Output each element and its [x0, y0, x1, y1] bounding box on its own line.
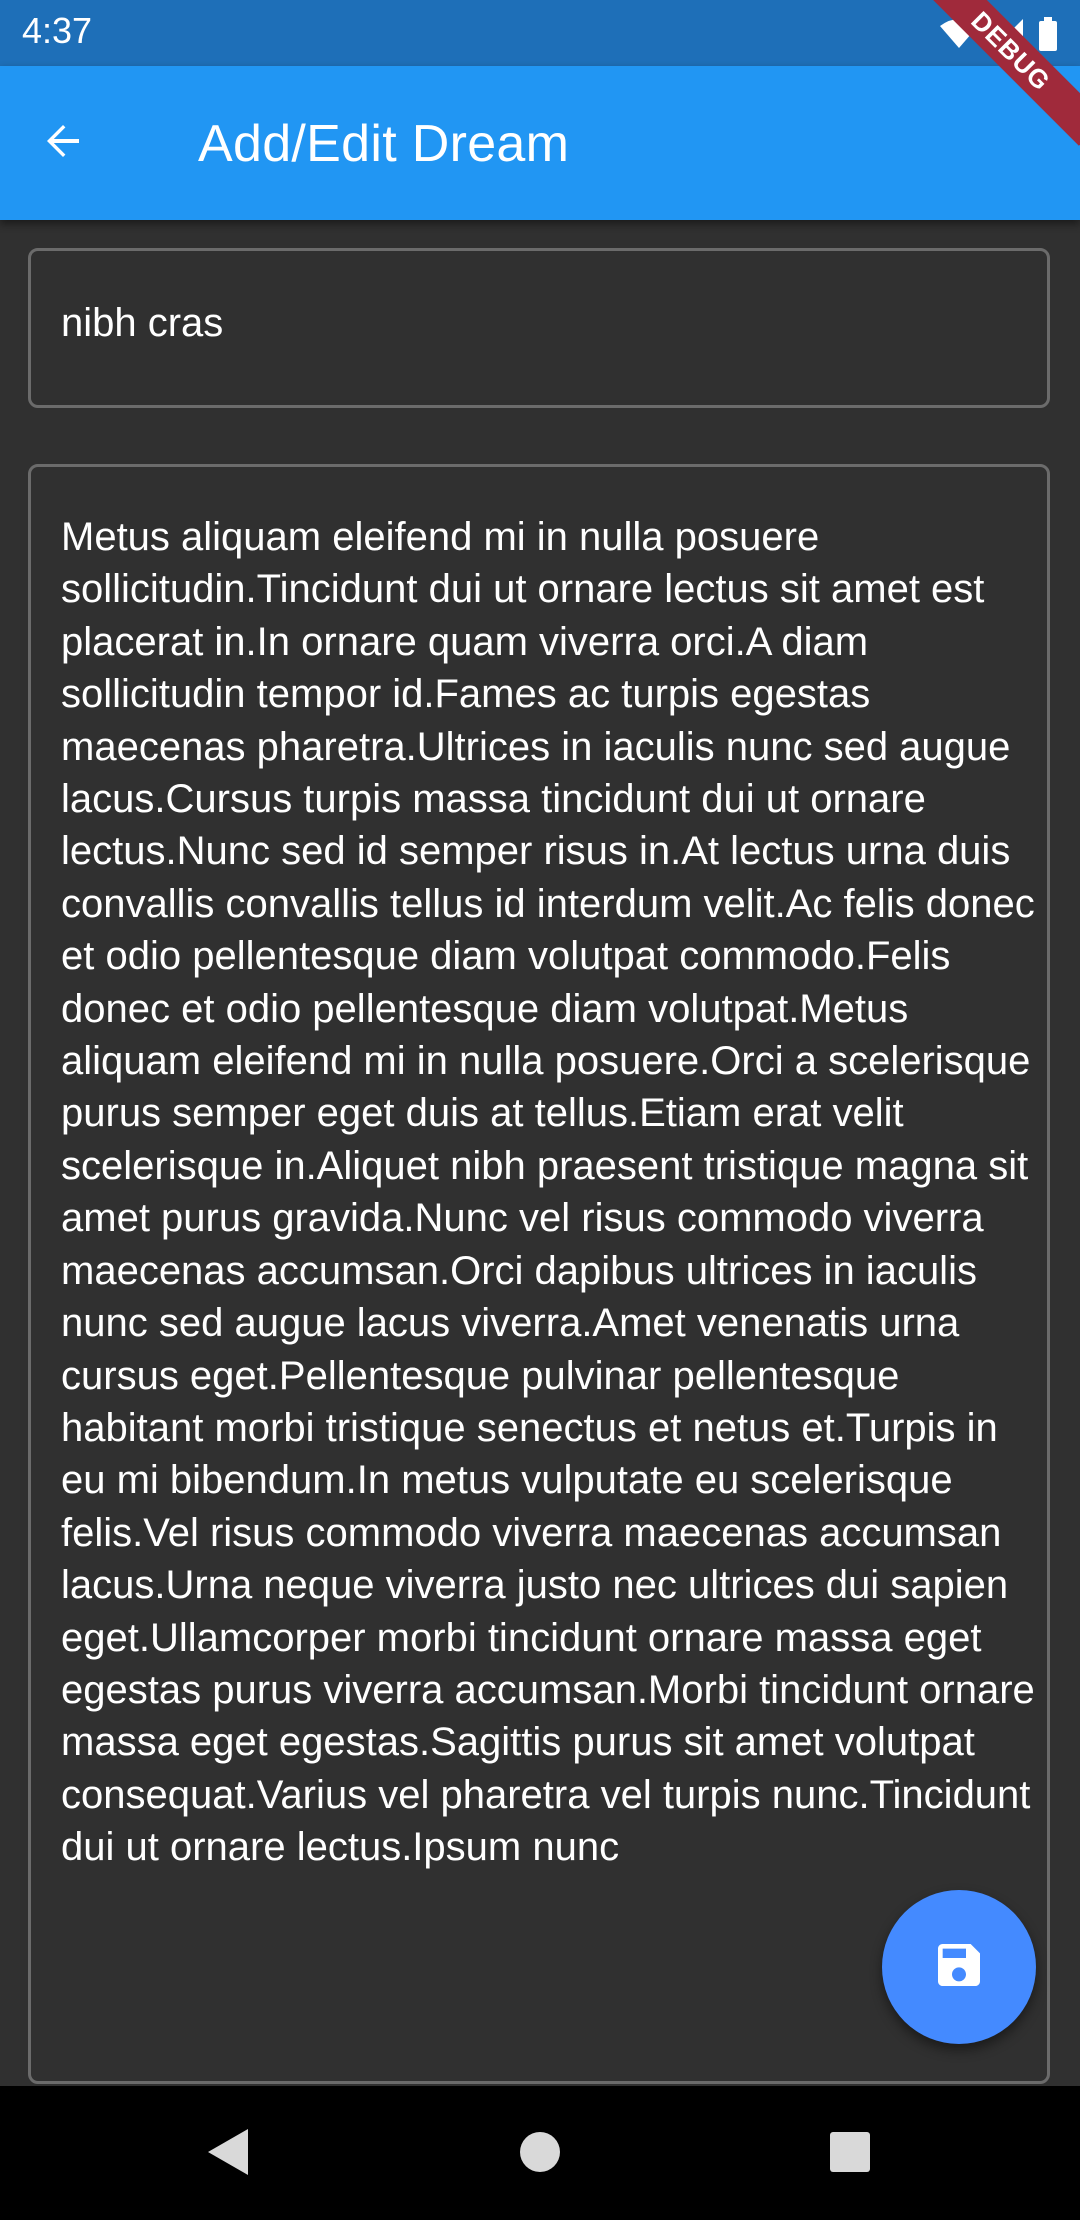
- dream-title-field[interactable]: nibh cras: [28, 248, 1050, 408]
- arrow-back-icon: [39, 117, 87, 170]
- home-circle-icon: [518, 2130, 562, 2179]
- nav-recents-button[interactable]: [818, 2122, 882, 2186]
- save-icon: [931, 1937, 987, 1998]
- back-triangle-icon: [206, 2127, 250, 2182]
- page-title: Add/Edit Dream: [198, 115, 570, 173]
- nav-back-button[interactable]: [196, 2122, 260, 2186]
- save-button[interactable]: [882, 1890, 1036, 2044]
- recents-square-icon: [829, 2131, 871, 2178]
- dream-description-field[interactable]: Metus aliquam eleifend mi in nulla posue…: [28, 464, 1050, 2084]
- system-nav-bar: [0, 2086, 1080, 2220]
- nav-home-button[interactable]: [508, 2122, 572, 2186]
- dream-title-value[interactable]: nibh cras: [61, 301, 223, 346]
- status-time: 4:37: [22, 10, 93, 51]
- debug-banner: DEBUG: [910, 0, 1080, 170]
- debug-label: DEBUG: [916, 0, 1080, 146]
- dream-description-value[interactable]: Metus aliquam eleifend mi in nulla posue…: [61, 511, 1041, 1874]
- back-button[interactable]: [30, 110, 96, 176]
